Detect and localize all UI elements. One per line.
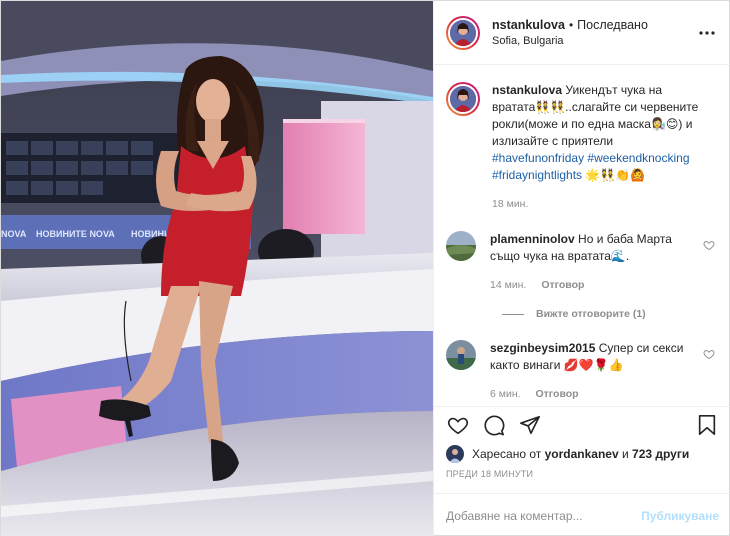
- post-location[interactable]: Sofia, Bulgaria: [492, 33, 697, 49]
- screen-logo-1: НОВИНИТЕ NOVA: [36, 229, 115, 239]
- comment: sezginbeysim2015 Супер си секси както ви…: [446, 340, 719, 403]
- comment-time[interactable]: 6 мин.: [490, 388, 521, 400]
- liker-username[interactable]: yordankanev: [545, 447, 619, 461]
- comment-input[interactable]: [446, 508, 642, 523]
- caption: nstankulova Уикендът чука на вратата👯👯..…: [446, 82, 719, 213]
- post-timestamp[interactable]: ПРЕДИ 18 МИНУТИ: [446, 469, 719, 487]
- view-replies-button[interactable]: Вижте отговорите (1): [502, 308, 719, 320]
- save-bookmark-icon[interactable]: [695, 413, 719, 437]
- reply-button[interactable]: Отговор: [541, 279, 584, 291]
- like-heart-icon[interactable]: [446, 413, 470, 437]
- likes-summary: Харесано от yordankanev и 723 други: [446, 441, 719, 467]
- post-header: nstankulova • Последвано Sofia, Bulgaria: [434, 1, 730, 65]
- hashtag-link[interactable]: #weekendknocking: [587, 151, 689, 165]
- hashtag-link[interactable]: #havefunonfriday: [492, 151, 584, 165]
- like-comment-heart-icon[interactable]: [703, 348, 715, 360]
- view-replies-line: [502, 313, 524, 315]
- like-comment-heart-icon[interactable]: [703, 239, 715, 251]
- comment-bubble-icon[interactable]: [482, 413, 506, 437]
- comment-emoji: 💋❤️🌹👍: [563, 358, 624, 372]
- follow-status-button[interactable]: Последвано: [577, 18, 648, 32]
- post-comment-button[interactable]: Публикуване: [641, 509, 719, 523]
- screen-logo-3: NOVA: [1, 229, 27, 239]
- reply-button[interactable]: Отговор: [535, 388, 578, 400]
- view-replies-label: Вижте отговорите (1): [536, 308, 646, 320]
- author-avatar-ring[interactable]: [446, 15, 480, 50]
- more-options-icon[interactable]: [697, 23, 717, 43]
- add-comment-bar: Публикуване: [434, 493, 730, 536]
- commenter-username[interactable]: sezginbeysim2015: [490, 341, 595, 355]
- caption-emoji-3: 🌟👯👏🙆: [585, 168, 646, 182]
- author-username[interactable]: nstankulova: [492, 18, 565, 32]
- comments-list[interactable]: nstankulova Уикендът чука на вратата👯👯..…: [434, 66, 730, 406]
- comment: plamenninolov Но и баба Марта също чука …: [446, 231, 719, 294]
- commenter-avatar[interactable]: [446, 231, 476, 261]
- instagram-post: НОВИНИТЕ NOVA НОВИНИТЕ NOVA nstankulova …: [0, 0, 730, 536]
- caption-emoji-1: 👯👯: [535, 100, 566, 114]
- post-actions: Харесано от yordankanev и 723 други ПРЕД…: [434, 406, 730, 487]
- newsroom-photo: НОВИНИТЕ NOVA НОВИНИТЕ NOVA: [1, 1, 433, 536]
- caption-time[interactable]: 18 мин.: [492, 196, 701, 213]
- comment-emoji: 🌊.: [610, 249, 630, 263]
- liker-avatar[interactable]: [446, 445, 464, 463]
- caption-avatar-ring[interactable]: [446, 82, 480, 116]
- hashtag-link[interactable]: #fridaynightlights: [492, 168, 582, 182]
- likes-prefix: Харесано от: [472, 447, 542, 461]
- comment-time[interactable]: 14 мин.: [490, 279, 526, 291]
- likes-others-link[interactable]: 723 други: [632, 447, 689, 461]
- commenter-username[interactable]: plamenninolov: [490, 232, 575, 246]
- post-photo[interactable]: НОВИНИТЕ NOVA НОВИНИТЕ NOVA: [1, 1, 433, 536]
- author-avatar[interactable]: [448, 17, 478, 48]
- likes-connector: и: [621, 447, 629, 461]
- commenter-avatar[interactable]: [446, 340, 476, 370]
- caption-emoji-2: 👩‍🔬😊: [650, 117, 679, 131]
- post-side-panel: nstankulova•Последвано Sofia, Bulgaria: [433, 1, 730, 536]
- share-paper-plane-icon[interactable]: [518, 413, 542, 437]
- caption-avatar[interactable]: [448, 84, 478, 114]
- header-separator: •: [568, 17, 574, 32]
- caption-username[interactable]: nstankulova: [492, 83, 562, 97]
